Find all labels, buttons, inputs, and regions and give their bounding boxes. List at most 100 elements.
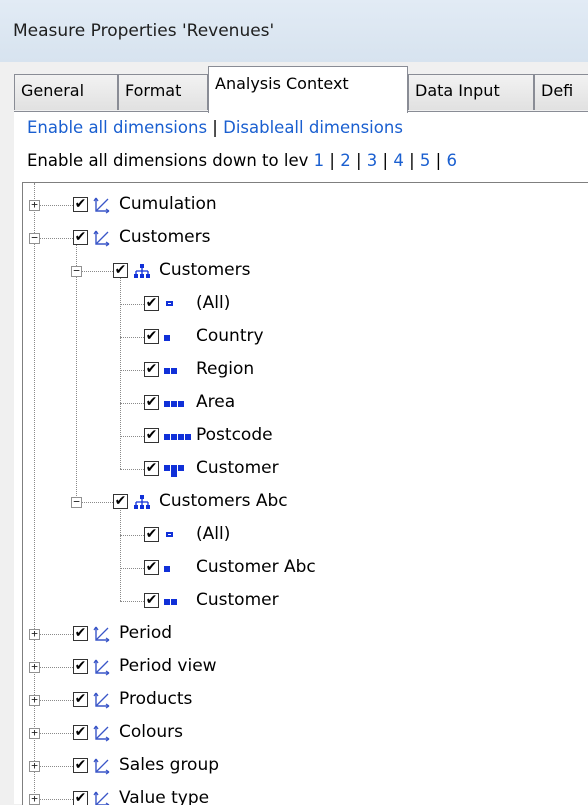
tree-item-label[interactable]: Colours bbox=[119, 722, 183, 742]
expand-toggle[interactable]: + bbox=[29, 727, 40, 739]
tree-item-label[interactable]: Customers bbox=[119, 227, 210, 247]
level-separator: | bbox=[382, 151, 389, 170]
tab-analysis-context[interactable]: Analysis Context bbox=[208, 66, 408, 113]
enable-all-dimensions-link[interactable]: Enable all dimensions bbox=[27, 118, 207, 137]
level-3-link[interactable]: 3 bbox=[367, 151, 378, 170]
tree-checkbox[interactable]: ✔ bbox=[73, 626, 88, 641]
tree-item-label[interactable]: Region bbox=[196, 359, 254, 379]
dimension-icon bbox=[93, 725, 110, 742]
level-dot bbox=[171, 401, 177, 407]
enable-down-to-level-row: Enable all dimensions down to lev 1 | 2 … bbox=[27, 151, 457, 170]
tab-defi[interactable]: Defi bbox=[534, 74, 588, 110]
level-5-icon bbox=[164, 462, 190, 477]
level-separator: | bbox=[409, 151, 415, 170]
tree-item-label[interactable]: Period view bbox=[119, 656, 217, 676]
tree-item-label[interactable]: Sales group bbox=[119, 755, 219, 775]
expand-toggle[interactable]: + bbox=[29, 694, 40, 706]
tree-checkbox[interactable]: ✔ bbox=[73, 197, 88, 212]
level-1-icon bbox=[164, 561, 190, 575]
tree-item-label[interactable]: Value type bbox=[119, 788, 209, 805]
level-dot bbox=[171, 368, 177, 374]
tree-checkbox[interactable]: ✔ bbox=[144, 560, 159, 575]
level-dot bbox=[164, 335, 170, 341]
tree-item-label[interactable]: (All) bbox=[196, 293, 230, 313]
dimension-links-row: Enable all dimensions | Disableall dimen… bbox=[27, 118, 403, 137]
tree-checkbox[interactable]: ✔ bbox=[73, 725, 88, 740]
tree-item-label[interactable]: Period bbox=[119, 623, 172, 643]
hierarchy-icon bbox=[134, 264, 150, 278]
level-dot bbox=[166, 532, 173, 537]
tree-connector bbox=[120, 469, 144, 470]
disable-all-dimensions-link[interactable]: Disableall dimensions bbox=[223, 118, 403, 137]
tree-connector bbox=[120, 436, 144, 437]
level-1-link[interactable]: 1 bbox=[314, 151, 325, 170]
tree-item-label[interactable]: Products bbox=[119, 689, 192, 709]
hierarchy-icon bbox=[134, 495, 150, 509]
dimension-icon bbox=[93, 230, 110, 247]
level-dot bbox=[164, 566, 170, 572]
tree-connector bbox=[120, 304, 144, 305]
tree-checkbox[interactable]: ✔ bbox=[73, 692, 88, 707]
tree-checkbox[interactable]: ✔ bbox=[73, 758, 88, 773]
dimension-tree[interactable]: + ✔ Cumulation − ✔ Customers − ✔ Customers ✔ (All)… bbox=[22, 182, 588, 805]
level-4-link[interactable]: 4 bbox=[393, 151, 404, 170]
tree-checkbox[interactable]: ✔ bbox=[144, 527, 159, 542]
collapse-toggle[interactable]: − bbox=[29, 232, 40, 244]
tree-connector bbox=[120, 601, 144, 602]
level-separator: | bbox=[329, 151, 335, 170]
tree-checkbox[interactable]: ✔ bbox=[144, 329, 159, 344]
tab-data-input[interactable]: Data Input bbox=[408, 74, 534, 110]
dimension-icon bbox=[93, 659, 110, 676]
tree-item-label[interactable]: Customers Abc bbox=[159, 491, 288, 511]
tree-item-label[interactable]: Cumulation bbox=[119, 194, 217, 214]
tab-general[interactable]: General bbox=[14, 74, 118, 110]
tree-checkbox[interactable]: ✔ bbox=[113, 263, 128, 278]
window-titlebar: Measure Properties 'Revenues' bbox=[0, 0, 588, 63]
tree-checkbox[interactable]: ✔ bbox=[144, 296, 159, 311]
tree-checkbox[interactable]: ✔ bbox=[73, 659, 88, 674]
tree-item-label[interactable]: (All) bbox=[196, 524, 230, 544]
level-dot bbox=[178, 401, 184, 407]
tree-checkbox[interactable]: ✔ bbox=[73, 230, 88, 245]
tree-checkbox[interactable]: ✔ bbox=[144, 593, 159, 608]
expand-toggle[interactable]: + bbox=[29, 793, 40, 805]
tree-item-label[interactable]: Postcode bbox=[196, 425, 273, 445]
window-title: Measure Properties 'Revenues' bbox=[13, 21, 275, 41]
tree-checkbox[interactable]: ✔ bbox=[144, 428, 159, 443]
level-separator: | bbox=[435, 151, 442, 170]
tree-item-label[interactable]: Customers bbox=[159, 260, 250, 280]
level-1-icon bbox=[164, 330, 190, 344]
enable-down-to-level-label: Enable all dimensions down to lev bbox=[27, 151, 309, 170]
level-2-link[interactable]: 2 bbox=[340, 151, 351, 170]
level-all-icon bbox=[164, 297, 190, 311]
collapse-toggle[interactable]: − bbox=[71, 265, 82, 277]
tree-connector bbox=[120, 370, 144, 371]
tree-checkbox[interactable]: ✔ bbox=[73, 791, 88, 805]
tree-checkbox[interactable]: ✔ bbox=[144, 362, 159, 377]
tree-checkbox[interactable]: ✔ bbox=[113, 494, 128, 509]
expand-toggle[interactable]: + bbox=[29, 760, 40, 772]
tab-format[interactable]: Format bbox=[118, 74, 208, 110]
link-separator: | bbox=[212, 118, 218, 137]
collapse-toggle[interactable]: − bbox=[71, 496, 82, 508]
tree-item-label[interactable]: Customer bbox=[196, 458, 279, 478]
level-2-icon bbox=[164, 594, 190, 608]
tree-item-label[interactable]: Customer Abc bbox=[196, 557, 316, 577]
tree-item-label[interactable]: Customer bbox=[196, 590, 279, 610]
level-5-link[interactable]: 5 bbox=[420, 151, 431, 170]
tree-checkbox[interactable]: ✔ bbox=[144, 461, 159, 476]
level-2-icon bbox=[164, 363, 190, 377]
expand-toggle[interactable]: + bbox=[29, 628, 40, 640]
tree-checkbox[interactable]: ✔ bbox=[144, 395, 159, 410]
level-dot bbox=[178, 434, 184, 440]
level-dot bbox=[171, 434, 177, 440]
tree-item-label[interactable]: Area bbox=[196, 392, 235, 412]
tree-connector bbox=[120, 568, 144, 569]
tree-guide-line bbox=[76, 238, 77, 502]
tree-connector bbox=[120, 403, 144, 404]
tree-item-label[interactable]: Country bbox=[196, 326, 264, 346]
level-dot bbox=[185, 434, 191, 440]
expand-toggle[interactable]: + bbox=[29, 199, 40, 211]
expand-toggle[interactable]: + bbox=[29, 661, 40, 673]
level-6-link[interactable]: 6 bbox=[446, 151, 457, 170]
